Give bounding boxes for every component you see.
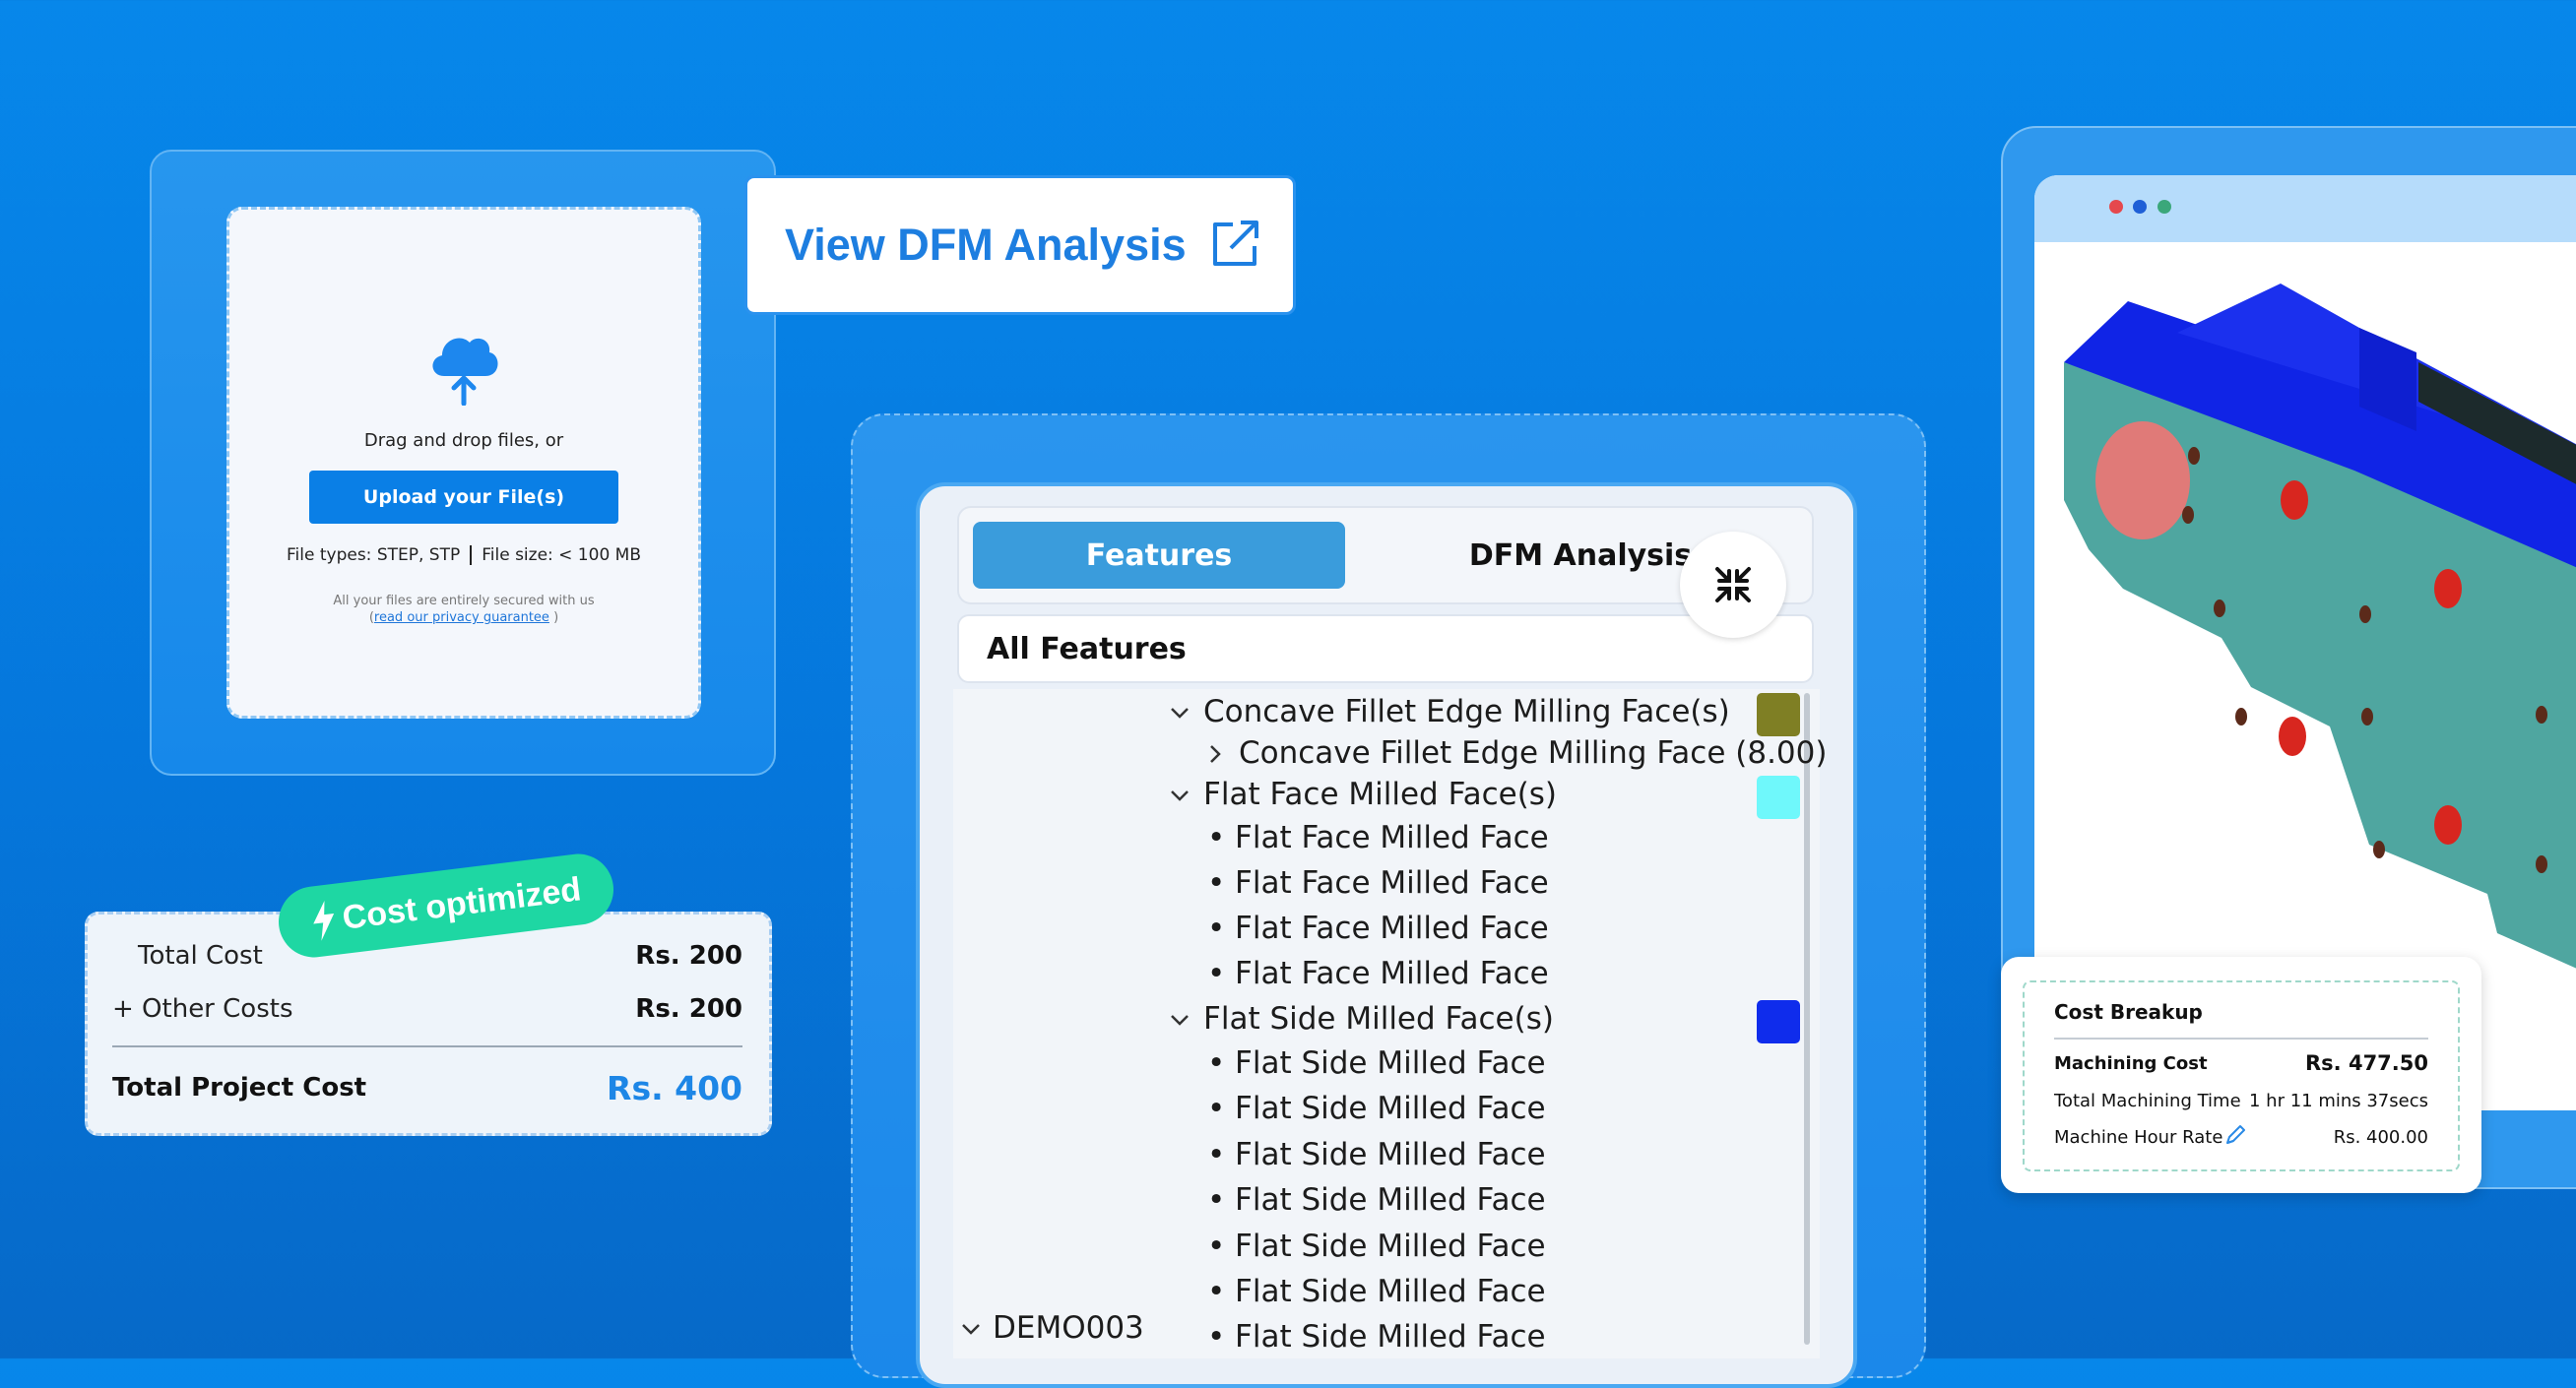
feature-group-flat-side[interactable]: Flat Side Milled Face(s) bbox=[1203, 1001, 1554, 1037]
bullet-icon: • bbox=[1207, 865, 1226, 901]
color-swatch-concave-fillet bbox=[1757, 693, 1800, 736]
feature-item-flat-side[interactable]: Flat Side Milled Face bbox=[1235, 1319, 1546, 1355]
lightning-icon bbox=[313, 900, 335, 941]
part-node-demo003[interactable]: DEMO003 bbox=[993, 1310, 1144, 1346]
bullet-icon: • bbox=[1207, 1274, 1226, 1309]
collapse-icon bbox=[1715, 567, 1751, 602]
color-swatch-flat-face bbox=[1757, 776, 1800, 819]
scrollbar[interactable] bbox=[1804, 693, 1810, 1345]
other-costs-label: + Other Costs bbox=[112, 994, 293, 1024]
window-dot-red[interactable] bbox=[2109, 200, 2123, 214]
cost-breakup-title: Cost Breakup bbox=[2054, 1000, 2203, 1024]
feature-item-flat-face[interactable]: Flat Face Milled Face bbox=[1235, 865, 1549, 901]
feature-item-concave-fillet[interactable]: Concave Fillet Edge Milling Face (8.00) bbox=[1239, 735, 1827, 771]
security-note-text: All your files are entirely secured with… bbox=[333, 594, 595, 608]
feature-item-flat-side[interactable]: Flat Side Milled Face bbox=[1235, 1045, 1546, 1081]
feature-item-flat-side[interactable]: Flat Side Milled Face bbox=[1235, 1182, 1546, 1218]
total-project-cost-value: Rs. 400 bbox=[607, 1069, 742, 1107]
total-cost-label: Total Cost bbox=[138, 941, 263, 971]
bullet-icon: • bbox=[1207, 1045, 1226, 1081]
cost-divider bbox=[112, 1045, 742, 1047]
external-link-icon bbox=[1213, 221, 1258, 266]
feature-item-flat-side[interactable]: Flat Side Milled Face bbox=[1235, 1229, 1546, 1264]
color-swatch-flat-side bbox=[1757, 1000, 1800, 1043]
tab-features[interactable]: Features bbox=[973, 522, 1345, 589]
machining-cost-value: Rs. 477.50 bbox=[2305, 1051, 2428, 1075]
feature-item-flat-side[interactable]: Flat Side Milled Face bbox=[1235, 1091, 1546, 1126]
feature-item-flat-side[interactable]: Flat Side Milled Face bbox=[1235, 1274, 1546, 1309]
other-costs-value: Rs. 200 bbox=[635, 994, 742, 1024]
feature-item-flat-side[interactable]: Flat Side Milled Face bbox=[1235, 1137, 1546, 1172]
cost-breakup-divider bbox=[2054, 1038, 2428, 1040]
window-dot-green[interactable] bbox=[2157, 200, 2171, 214]
chevron-right-icon[interactable] bbox=[1205, 742, 1225, 766]
chevron-down-icon[interactable] bbox=[1168, 703, 1191, 723]
file-size-text: File size: < 100 MB bbox=[482, 545, 641, 565]
view-dfm-analysis-label: View DFM Analysis bbox=[785, 220, 1187, 270]
bullet-icon: • bbox=[1207, 1091, 1226, 1126]
feature-group-concave-fillet[interactable]: Concave Fillet Edge Milling Face(s) bbox=[1203, 694, 1730, 729]
feature-item-flat-face[interactable]: Flat Face Milled Face bbox=[1235, 956, 1549, 991]
total-project-cost-label: Total Project Cost bbox=[112, 1073, 367, 1103]
security-note: All your files are entirely secured with… bbox=[226, 593, 701, 626]
machine-hour-rate-value: Rs. 400.00 bbox=[2333, 1127, 2428, 1148]
machining-time-value: 1 hr 11 mins 37secs bbox=[2248, 1091, 2428, 1111]
machining-cost-label: Machining Cost bbox=[2054, 1053, 2208, 1074]
bullet-icon: • bbox=[1207, 1319, 1226, 1355]
bullet-icon: • bbox=[1207, 820, 1226, 855]
file-requirements: File types: STEP, STP File size: < 100 MB bbox=[226, 545, 701, 565]
bullet-icon: • bbox=[1207, 1137, 1226, 1172]
chevron-down-icon[interactable] bbox=[1168, 1010, 1191, 1030]
feature-item-flat-face[interactable]: Flat Face Milled Face bbox=[1235, 820, 1549, 855]
upload-files-button[interactable]: Upload your File(s) bbox=[309, 471, 618, 524]
cost-optimized-text: Cost optimized bbox=[340, 869, 584, 937]
bullet-icon: • bbox=[1207, 1229, 1226, 1264]
window-dot-blue[interactable] bbox=[2133, 200, 2147, 214]
chevron-down-icon[interactable] bbox=[1168, 786, 1191, 805]
bullet-icon: • bbox=[1207, 956, 1226, 991]
privacy-guarantee-link[interactable]: read our privacy guarantee bbox=[374, 610, 549, 625]
bullet-icon: • bbox=[1207, 911, 1226, 946]
chevron-down-icon[interactable] bbox=[959, 1319, 983, 1339]
collapse-button[interactable] bbox=[1680, 532, 1786, 638]
bullet-icon: • bbox=[1207, 1182, 1226, 1218]
machine-hour-rate-label: Machine Hour Rate bbox=[2054, 1127, 2223, 1148]
feature-item-flat-face[interactable]: Flat Face Milled Face bbox=[1235, 911, 1549, 946]
total-cost-value: Rs. 200 bbox=[635, 941, 742, 971]
cloud-upload-icon bbox=[432, 338, 498, 406]
feature-group-flat-face[interactable]: Flat Face Milled Face(s) bbox=[1203, 777, 1557, 812]
file-drop-zone[interactable] bbox=[226, 207, 701, 719]
machining-time-label: Total Machining Time bbox=[2054, 1091, 2241, 1111]
drag-drop-text: Drag and drop files, or bbox=[363, 430, 564, 451]
file-types-text: File types: STEP, STP bbox=[287, 545, 461, 565]
